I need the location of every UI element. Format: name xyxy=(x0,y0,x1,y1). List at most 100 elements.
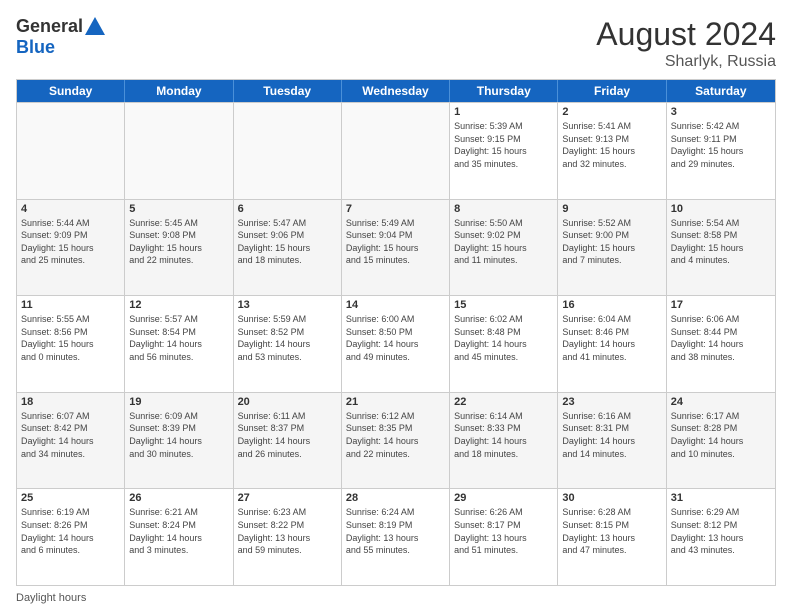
day-cell-24: 24 Sunrise: 6:17 AM Sunset: 8:28 PM Dayli… xyxy=(667,393,775,489)
day-number: 24 xyxy=(671,396,771,408)
day-cell-15: 15Sunrise: 6:02 AM Sunset: 8:48 PM Dayli… xyxy=(450,296,558,392)
day-cell-29: 29Sunrise: 6:26 AM Sunset: 8:17 PM Dayli… xyxy=(450,489,558,585)
day-info: Sunrise: 5:49 AM Sunset: 9:04 PM Dayligh… xyxy=(346,217,445,267)
main-title: August 2024 xyxy=(596,16,776,53)
day-info: Sunrise: 6:26 AM Sunset: 8:17 PM Dayligh… xyxy=(454,506,553,556)
day-cell-7: 7Sunrise: 5:49 AM Sunset: 9:04 PM Daylig… xyxy=(342,200,450,296)
day-info: Sunrise: 6:21 AM Sunset: 8:24 PM Dayligh… xyxy=(129,506,228,556)
logo-text: General xyxy=(16,16,105,37)
day-info: Sunrise: 5:47 AM Sunset: 9:06 PM Dayligh… xyxy=(238,217,337,267)
day-number: 5 xyxy=(129,203,228,215)
day-info: Sunrise: 5:44 AM Sunset: 9:09 PM Dayligh… xyxy=(21,217,120,267)
logo-blue-text: Blue xyxy=(16,37,55,58)
subtitle: Sharlyk, Russia xyxy=(596,53,776,71)
day-cell-4: 4 Sunrise: 5:44 AM Sunset: 9:09 PM Daylig… xyxy=(17,200,125,296)
day-number: 8 xyxy=(454,203,553,215)
day-info: Sunrise: 5:57 AM Sunset: 8:54 PM Dayligh… xyxy=(129,313,228,363)
empty-cell-0-0 xyxy=(17,103,125,199)
day-info: Sunrise: 6:16 AM Sunset: 8:31 PM Dayligh… xyxy=(562,410,661,460)
day-info: Sunrise: 5:59 AM Sunset: 8:52 PM Dayligh… xyxy=(238,313,337,363)
day-cell-25: 25 Sunrise: 6:19 AM Sunset: 8:26 PM Dayli… xyxy=(17,489,125,585)
day-number: 4 xyxy=(21,203,120,215)
day-number: 21 xyxy=(346,396,445,408)
day-info: Sunrise: 5:39 AM Sunset: 9:15 PM Dayligh… xyxy=(454,120,553,170)
day-number: 23 xyxy=(562,396,661,408)
day-cell-6: 6 Sunrise: 5:47 AM Sunset: 9:06 PM Daylig… xyxy=(234,200,342,296)
weekday-header-tuesday: Tuesday xyxy=(234,80,342,102)
day-cell-19: 19Sunrise: 6:09 AM Sunset: 8:39 PM Dayli… xyxy=(125,393,233,489)
calendar-row-1: 1 Sunrise: 5:39 AM Sunset: 9:15 PM Daylig… xyxy=(17,102,775,199)
day-number: 30 xyxy=(562,492,661,504)
day-number: 13 xyxy=(238,299,337,311)
day-cell-8: 8Sunrise: 5:50 AM Sunset: 9:02 PM Daylig… xyxy=(450,200,558,296)
day-info: Sunrise: 5:55 AM Sunset: 8:56 PM Dayligh… xyxy=(21,313,120,363)
weekday-header-wednesday: Wednesday xyxy=(342,80,450,102)
weekday-header-sunday: Sunday xyxy=(17,80,125,102)
page: General Blue August 2024 Sharlyk, Russia… xyxy=(0,0,792,612)
day-number: 16 xyxy=(562,299,661,311)
day-number: 9 xyxy=(562,203,661,215)
day-info: Sunrise: 6:23 AM Sunset: 8:22 PM Dayligh… xyxy=(238,506,337,556)
logo: General Blue xyxy=(16,16,105,58)
day-info: Sunrise: 5:42 AM Sunset: 9:11 PM Dayligh… xyxy=(671,120,771,170)
day-info: Sunrise: 6:02 AM Sunset: 8:48 PM Dayligh… xyxy=(454,313,553,363)
day-cell-9: 9 Sunrise: 5:52 AM Sunset: 9:00 PM Daylig… xyxy=(558,200,666,296)
calendar-body: 1 Sunrise: 5:39 AM Sunset: 9:15 PM Daylig… xyxy=(17,102,775,585)
day-number: 14 xyxy=(346,299,445,311)
day-info: Sunrise: 6:09 AM Sunset: 8:39 PM Dayligh… xyxy=(129,410,228,460)
day-info: Sunrise: 5:52 AM Sunset: 9:00 PM Dayligh… xyxy=(562,217,661,267)
day-info: Sunrise: 5:54 AM Sunset: 8:58 PM Dayligh… xyxy=(671,217,771,267)
day-info: Sunrise: 5:41 AM Sunset: 9:13 PM Dayligh… xyxy=(562,120,661,170)
day-cell-3: 3 Sunrise: 5:42 AM Sunset: 9:11 PM Daylig… xyxy=(667,103,775,199)
day-number: 31 xyxy=(671,492,771,504)
day-info: Sunrise: 6:00 AM Sunset: 8:50 PM Dayligh… xyxy=(346,313,445,363)
day-cell-26: 26 Sunrise: 6:21 AM Sunset: 8:24 PM Dayli… xyxy=(125,489,233,585)
day-number: 2 xyxy=(562,106,661,118)
day-number: 1 xyxy=(454,106,553,118)
day-cell-18: 18 Sunrise: 6:07 AM Sunset: 8:42 PM Dayli… xyxy=(17,393,125,489)
day-cell-31: 31 Sunrise: 6:29 AM Sunset: 8:12 PM Dayli… xyxy=(667,489,775,585)
day-number: 22 xyxy=(454,396,553,408)
day-info: Sunrise: 6:14 AM Sunset: 8:33 PM Dayligh… xyxy=(454,410,553,460)
weekday-header-thursday: Thursday xyxy=(450,80,558,102)
day-info: Sunrise: 6:07 AM Sunset: 8:42 PM Dayligh… xyxy=(21,410,120,460)
day-cell-21: 21 Sunrise: 6:12 AM Sunset: 8:35 PM Dayli… xyxy=(342,393,450,489)
day-cell-30: 30 Sunrise: 6:28 AM Sunset: 8:15 PM Dayli… xyxy=(558,489,666,585)
day-info: Sunrise: 6:19 AM Sunset: 8:26 PM Dayligh… xyxy=(21,506,120,556)
calendar: SundayMondayTuesdayWednesdayThursdayFrid… xyxy=(16,79,776,586)
weekday-header-friday: Friday xyxy=(558,80,666,102)
day-info: Sunrise: 6:17 AM Sunset: 8:28 PM Dayligh… xyxy=(671,410,771,460)
day-cell-1: 1 Sunrise: 5:39 AM Sunset: 9:15 PM Daylig… xyxy=(450,103,558,199)
day-number: 28 xyxy=(346,492,445,504)
day-info: Sunrise: 6:11 AM Sunset: 8:37 PM Dayligh… xyxy=(238,410,337,460)
day-number: 20 xyxy=(238,396,337,408)
logo-general-text: General xyxy=(16,16,83,37)
day-info: Sunrise: 6:04 AM Sunset: 8:46 PM Dayligh… xyxy=(562,313,661,363)
day-number: 26 xyxy=(129,492,228,504)
day-info: Sunrise: 6:29 AM Sunset: 8:12 PM Dayligh… xyxy=(671,506,771,556)
day-number: 3 xyxy=(671,106,771,118)
empty-cell-0-1 xyxy=(125,103,233,199)
day-cell-12: 12Sunrise: 5:57 AM Sunset: 8:54 PM Dayli… xyxy=(125,296,233,392)
day-number: 18 xyxy=(21,396,120,408)
day-number: 10 xyxy=(671,203,771,215)
day-number: 6 xyxy=(238,203,337,215)
day-number: 11 xyxy=(21,299,120,311)
calendar-header: SundayMondayTuesdayWednesdayThursdayFrid… xyxy=(17,80,775,102)
day-cell-23: 23 Sunrise: 6:16 AM Sunset: 8:31 PM Dayli… xyxy=(558,393,666,489)
day-cell-28: 28Sunrise: 6:24 AM Sunset: 8:19 PM Dayli… xyxy=(342,489,450,585)
calendar-row-2: 4 Sunrise: 5:44 AM Sunset: 9:09 PM Daylig… xyxy=(17,199,775,296)
day-info: Sunrise: 5:45 AM Sunset: 9:08 PM Dayligh… xyxy=(129,217,228,267)
day-cell-2: 2 Sunrise: 5:41 AM Sunset: 9:13 PM Daylig… xyxy=(558,103,666,199)
logo-triangle-icon xyxy=(85,17,105,35)
day-number: 25 xyxy=(21,492,120,504)
day-info: Sunrise: 6:06 AM Sunset: 8:44 PM Dayligh… xyxy=(671,313,771,363)
calendar-row-4: 18 Sunrise: 6:07 AM Sunset: 8:42 PM Dayli… xyxy=(17,392,775,489)
day-cell-22: 22 Sunrise: 6:14 AM Sunset: 8:33 PM Dayli… xyxy=(450,393,558,489)
day-info: Sunrise: 6:12 AM Sunset: 8:35 PM Dayligh… xyxy=(346,410,445,460)
day-cell-5: 5 Sunrise: 5:45 AM Sunset: 9:08 PM Daylig… xyxy=(125,200,233,296)
day-info: Sunrise: 6:28 AM Sunset: 8:15 PM Dayligh… xyxy=(562,506,661,556)
day-cell-16: 16 Sunrise: 6:04 AM Sunset: 8:46 PM Dayli… xyxy=(558,296,666,392)
header: General Blue August 2024 Sharlyk, Russia xyxy=(16,16,776,71)
day-cell-11: 11 Sunrise: 5:55 AM Sunset: 8:56 PM Dayli… xyxy=(17,296,125,392)
